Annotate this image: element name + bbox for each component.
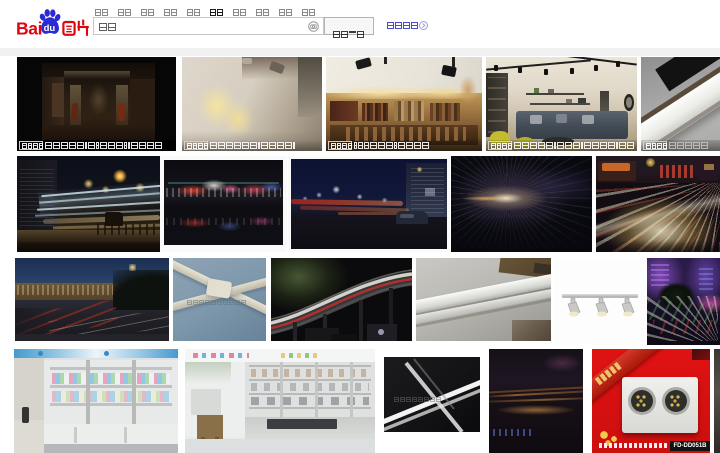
svg-text:du: du [44,23,56,34]
svg-text:Bai: Bai [16,19,42,39]
